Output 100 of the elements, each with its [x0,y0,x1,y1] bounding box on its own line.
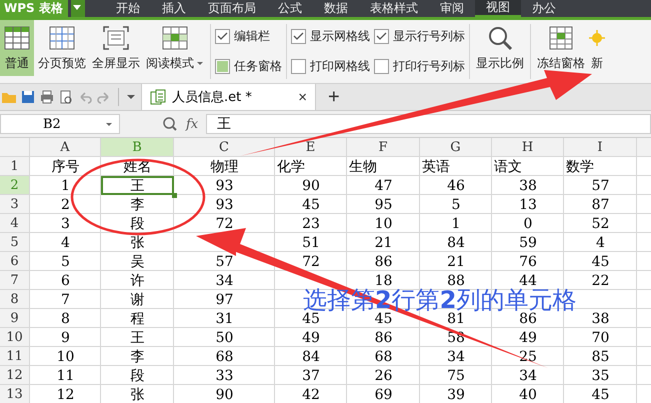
print-preview-icon[interactable] [58,89,74,105]
dropdown-icon[interactable] [70,0,85,17]
row-header[interactable]: 6 [0,252,29,270]
table-cell: 许 [130,272,144,290]
function-button[interactable]: fx [186,116,198,132]
formula-input[interactable]: 王 [206,114,651,134]
menu-tab[interactable]: 审阅 [428,0,475,17]
row-header[interactable]: 7 [0,271,29,289]
table-cell: 95 [374,196,392,212]
table-cell: 吴 [130,252,144,270]
table-cell: 21 [374,234,392,250]
new-tab-button[interactable]: + [324,87,344,107]
checkbox[interactable]: 打印行号列标 [374,58,465,75]
table-cell: 5 [61,254,70,270]
table-cell: 21 [447,254,465,270]
table-cell: 57 [216,254,234,270]
table-cell: 38 [592,310,610,326]
table-cell: 0 [524,216,532,232]
menu-tab[interactable]: 表格样式 [358,0,429,17]
print-icon[interactable] [39,89,55,105]
active-cell[interactable]: 王 [101,176,174,195]
table-cell: 8 [61,310,70,326]
table-cell: 23 [302,216,320,232]
table-cell: 75 [447,368,465,384]
table-cell: 45 [592,386,610,402]
column-header[interactable]: E [275,138,346,156]
column-header[interactable]: A [30,138,100,156]
toolbar-button[interactable]: 新 [587,20,607,76]
table-cell: 11 [56,368,74,384]
spreadsheet-grid[interactable] [0,138,651,403]
row-header[interactable]: 8 [0,290,29,308]
table-cell: 34 [447,348,465,364]
table-cell: 85 [592,348,610,364]
checkbox[interactable]: 编辑栏 [215,28,282,46]
checkbox[interactable]: 显示网格线 [291,28,370,46]
table-cell: 英语 [422,158,450,176]
table-cell: 72 [216,216,234,232]
menu-tab[interactable]: 数据 [312,0,359,17]
table-cell: 70 [592,330,610,346]
row-header[interactable]: 5 [0,233,29,251]
view-mode-button[interactable]: 普通 [0,20,34,76]
table-cell: 47 [374,178,392,194]
checkbox[interactable]: 任务窗格 [215,58,282,75]
checkbox[interactable]: 显示行号列标 [374,28,465,46]
table-cell: 44 [519,272,537,288]
search-icon[interactable] [162,116,178,132]
row-header[interactable]: 10 [0,328,29,346]
table-cell: 张 [130,386,144,403]
row-header[interactable]: 3 [0,195,29,213]
column-header[interactable]: I [564,138,636,156]
table-cell: 2 [61,196,70,212]
toolbar-button[interactable]: 显示比例 [474,20,526,76]
column-header[interactable]: G [420,138,491,156]
document-tab[interactable]: 人员信息.et * × [141,84,316,110]
menu-tab[interactable]: 公式 [266,0,313,17]
row-header[interactable]: 12 [0,366,29,384]
menu-tab[interactable]: 开始 [104,0,151,17]
table-cell: 42 [302,386,320,402]
table-cell: 3 [61,216,70,232]
row-header[interactable]: 1 [0,157,29,175]
table-cell: 86 [374,254,392,270]
table-cell: 81 [447,310,465,326]
column-header[interactable]: C [174,138,274,156]
table-cell: 10 [374,216,392,232]
table-cell: 93 [216,178,234,194]
table-cell: 王 [130,328,144,346]
row-header[interactable]: 9 [0,309,29,327]
grid-view-icon [47,24,77,52]
checkbox[interactable]: 打印网格线 [291,58,370,75]
table-cell: 34 [519,368,537,384]
menu-tab[interactable]: 视图 [474,0,521,17]
close-tab-button[interactable]: × [298,88,307,106]
table-cell: 段 [130,214,144,232]
table-cell: 37 [302,368,320,384]
menu-tab[interactable]: 插入 [150,0,197,17]
table-cell: 18 [374,272,392,288]
table-cell: 序号 [52,158,80,176]
table-cell: 26 [374,368,392,384]
save-icon[interactable] [20,89,36,105]
menu-tab[interactable]: 页面布局 [196,0,267,17]
table-cell: 4 [596,234,605,250]
column-header[interactable]: H [492,138,563,156]
column-header[interactable]: F [347,138,419,156]
view-mode-button[interactable]: 阅读模式 [144,20,206,76]
table-cell: 12 [56,386,74,402]
table-cell: 语文 [494,158,522,176]
name-box[interactable]: B2 [0,114,120,134]
table-cell: 45 [592,254,610,270]
table-cell: 生物 [349,158,377,176]
view-mode-button[interactable]: 全屏显示 [90,20,142,76]
row-header[interactable]: 11 [0,347,29,365]
view-mode-button[interactable]: 分页预览 [36,20,88,76]
grid-view-icon [160,24,190,52]
grid-view-icon [2,24,32,52]
menu-tab[interactable]: 办公 [520,0,567,17]
row-header[interactable]: 4 [0,214,29,232]
table-cell: 59 [519,234,537,250]
table-cell: 程 [130,310,144,328]
table-cell: 86 [374,330,392,346]
row-header[interactable]: 13 [0,385,29,403]
